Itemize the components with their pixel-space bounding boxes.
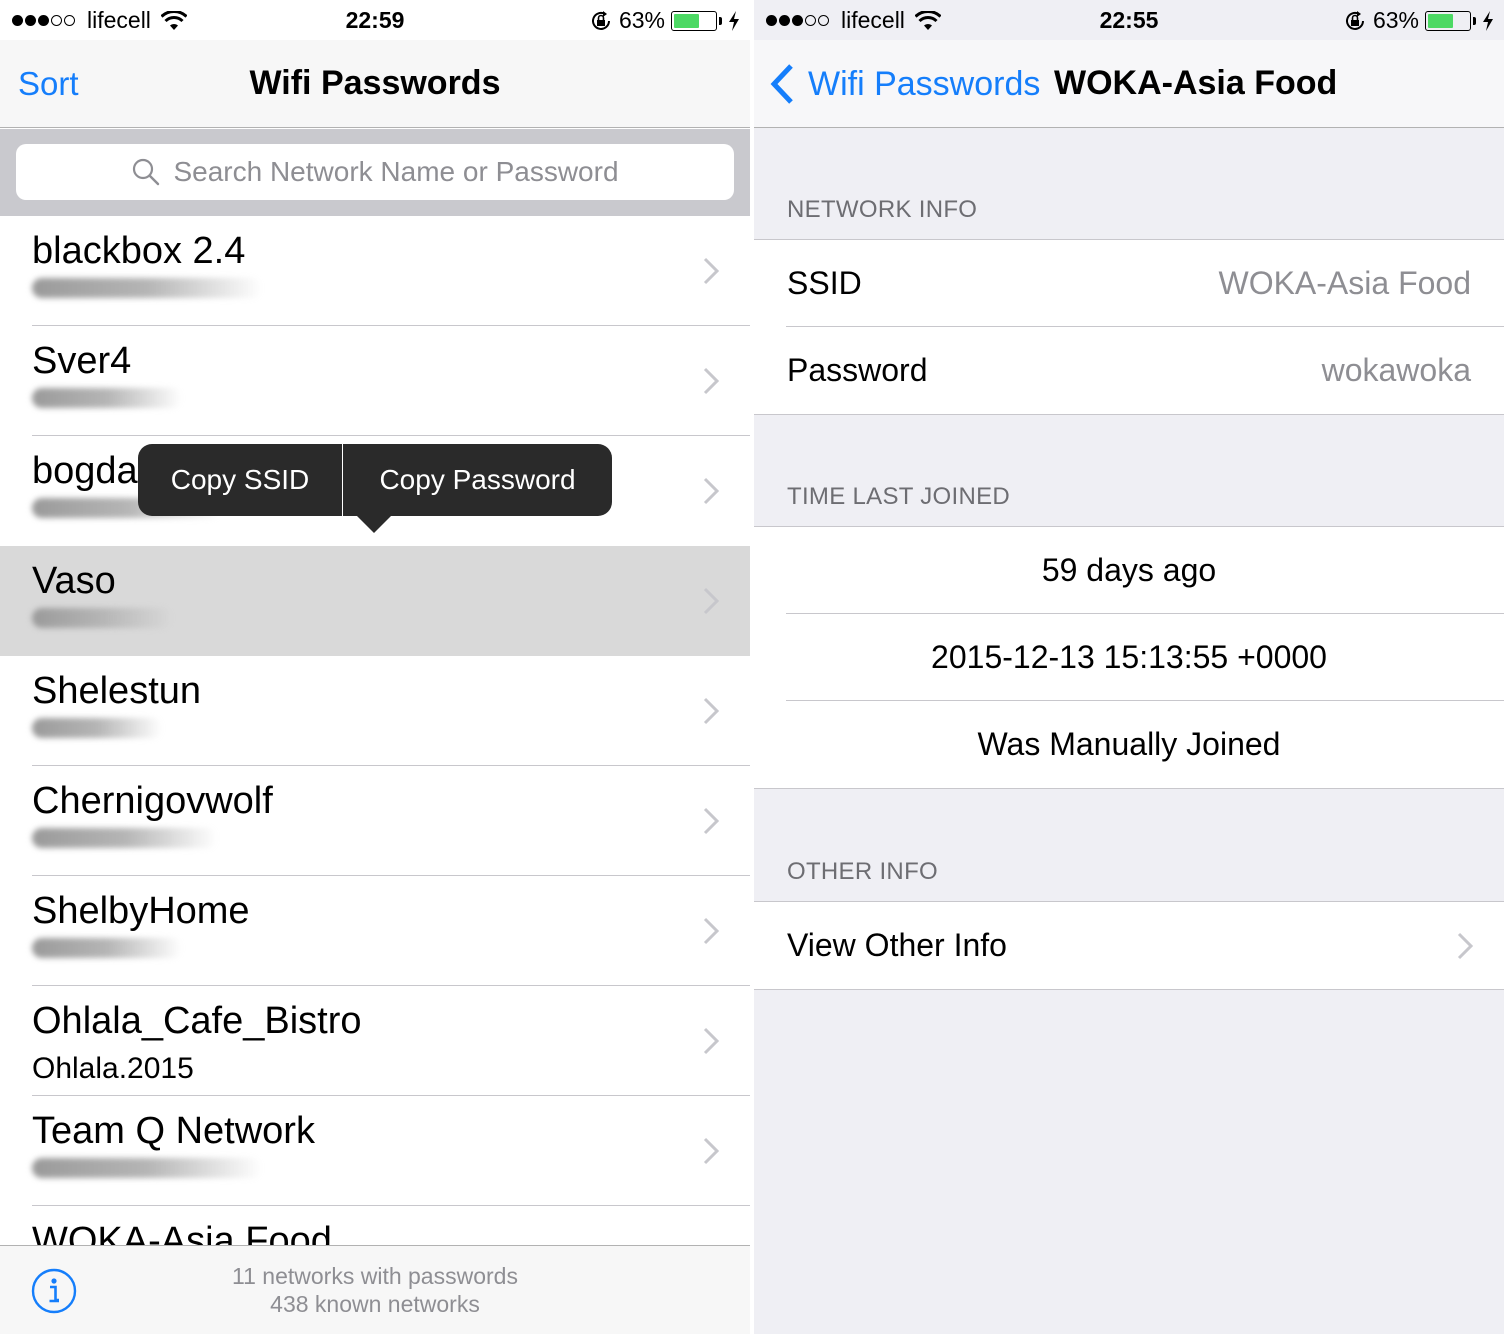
chevron-right-icon xyxy=(703,587,720,615)
network-ssid: ShelbyHome xyxy=(32,890,250,932)
chevron-right-icon xyxy=(703,697,720,725)
chevron-right-icon xyxy=(703,807,720,835)
charging-bolt-icon xyxy=(729,10,739,31)
battery-percent: 63% xyxy=(1372,7,1419,33)
network-row[interactable]: Team Q Network xyxy=(0,1096,750,1206)
redacted-password xyxy=(32,608,172,628)
time-last-joined-group: 59 days ago 2015-12-13 15:13:55 +0000 Wa… xyxy=(754,526,1504,789)
section-header-network-info: NETWORK INFO xyxy=(787,196,978,223)
network-password: Ohlala.2015 xyxy=(32,1052,194,1085)
network-ssid: blackbox 2.4 xyxy=(32,230,246,272)
context-menu-arrow xyxy=(356,515,392,533)
wifi-list-screen: lifecell 22:59 63% Sort Wifi Passwords S… xyxy=(0,0,750,1334)
search-bar: Search Network Name or Password xyxy=(0,129,750,216)
page-title: WOKA-Asia Food xyxy=(1054,64,1338,102)
password-value: wokawoka xyxy=(1321,352,1471,388)
network-ssid: Chernigovwolf xyxy=(32,780,273,822)
search-input[interactable]: Search Network Name or Password xyxy=(16,144,734,200)
redacted-password xyxy=(32,718,162,738)
network-row[interactable]: Ohlala_Cafe_Bistro Ohlala.2015 xyxy=(0,986,750,1096)
navigation-bar: Sort Wifi Passwords xyxy=(0,40,750,128)
battery-icon xyxy=(671,10,717,31)
chevron-right-icon xyxy=(703,257,720,285)
back-label: Wifi Passwords xyxy=(808,64,1041,103)
status-bar: lifecell 22:55 63% xyxy=(754,0,1504,40)
join-method-cell: Was Manually Joined xyxy=(754,701,1504,788)
chevron-right-icon xyxy=(703,917,720,945)
battery-icon xyxy=(1425,10,1471,31)
network-row[interactable]: Sver4 xyxy=(0,326,750,436)
network-row-selected[interactable]: Vaso xyxy=(0,546,750,656)
relative-time-cell: 59 days ago xyxy=(754,527,1504,614)
battery-percent: 63% xyxy=(618,7,665,33)
password-label: Password xyxy=(787,352,928,388)
battery-level xyxy=(674,13,700,28)
status-bar: lifecell 22:59 63% xyxy=(0,0,750,40)
chevron-left-icon xyxy=(770,64,793,104)
network-ssid: bogda xyxy=(32,450,138,492)
charging-bolt-icon xyxy=(1483,10,1493,31)
network-row[interactable]: Shelestun xyxy=(0,656,750,766)
other-info-group: View Other Info xyxy=(754,901,1504,990)
timestamp-cell: 2015-12-13 15:13:55 +0000 xyxy=(754,614,1504,701)
chevron-right-icon xyxy=(703,1027,720,1055)
chevron-right-icon xyxy=(703,1137,720,1165)
network-ssid: Sver4 xyxy=(32,340,132,382)
networks-with-passwords-count: 11 networks with passwords xyxy=(232,1263,518,1289)
password-cell[interactable]: Password wokawoka xyxy=(754,327,1504,414)
view-other-info-cell[interactable]: View Other Info xyxy=(754,902,1504,989)
network-info-group: SSID WOKA-Asia Food Password wokawoka xyxy=(754,239,1504,415)
copy-password-button[interactable]: Copy Password xyxy=(343,444,612,516)
redacted-password xyxy=(32,388,182,408)
network-detail-screen: lifecell 22:55 63% Wifi Passwords WOKA-A… xyxy=(754,0,1504,1334)
redacted-password xyxy=(32,938,182,958)
network-ssid: Vaso xyxy=(32,560,116,602)
bottom-toolbar: 11 networks with passwords 438 known net… xyxy=(0,1245,750,1334)
orientation-lock-icon xyxy=(1345,10,1364,30)
search-icon xyxy=(133,158,160,186)
redacted-password xyxy=(32,828,217,848)
ssid-cell[interactable]: SSID WOKA-Asia Food xyxy=(754,240,1504,327)
section-header-time-last-joined: TIME LAST JOINED xyxy=(787,483,1011,510)
network-row[interactable]: Chernigovwolf xyxy=(0,766,750,876)
network-list: blackbox 2.4 Sver4 bogda Vaso Shelestun xyxy=(0,216,750,1316)
join-method: Was Manually Joined xyxy=(977,726,1281,762)
battery-level xyxy=(1428,13,1454,28)
network-ssid: Ohlala_Cafe_Bistro xyxy=(32,1000,362,1042)
ssid-label: SSID xyxy=(787,265,862,301)
navigation-bar: Wifi Passwords WOKA-Asia Food xyxy=(754,40,1504,128)
known-networks-count: 438 known networks xyxy=(270,1291,480,1317)
redacted-password xyxy=(32,278,262,298)
chevron-right-icon xyxy=(703,367,720,395)
section-header-other-info: OTHER INFO xyxy=(787,858,938,885)
network-ssid: Shelestun xyxy=(32,670,202,712)
chevron-right-icon xyxy=(1457,932,1474,960)
search-placeholder: Search Network Name or Password xyxy=(173,156,619,187)
timestamp: 2015-12-13 15:13:55 +0000 xyxy=(931,639,1327,675)
context-menu: Copy SSID Copy Password xyxy=(138,444,612,516)
back-button[interactable]: Wifi Passwords xyxy=(768,62,1040,106)
network-row[interactable]: ShelbyHome xyxy=(0,876,750,986)
orientation-lock-icon xyxy=(591,10,610,30)
page-title: Wifi Passwords xyxy=(249,64,501,102)
ssid-value: WOKA-Asia Food xyxy=(1218,265,1471,301)
copy-ssid-button[interactable]: Copy SSID xyxy=(138,444,343,516)
relative-time: 59 days ago xyxy=(1041,552,1217,588)
network-row[interactable]: blackbox 2.4 xyxy=(0,216,750,326)
redacted-password xyxy=(32,1158,262,1178)
view-other-info-label: View Other Info xyxy=(787,927,1007,963)
chevron-right-icon xyxy=(703,477,720,505)
network-ssid: Team Q Network xyxy=(32,1110,315,1152)
